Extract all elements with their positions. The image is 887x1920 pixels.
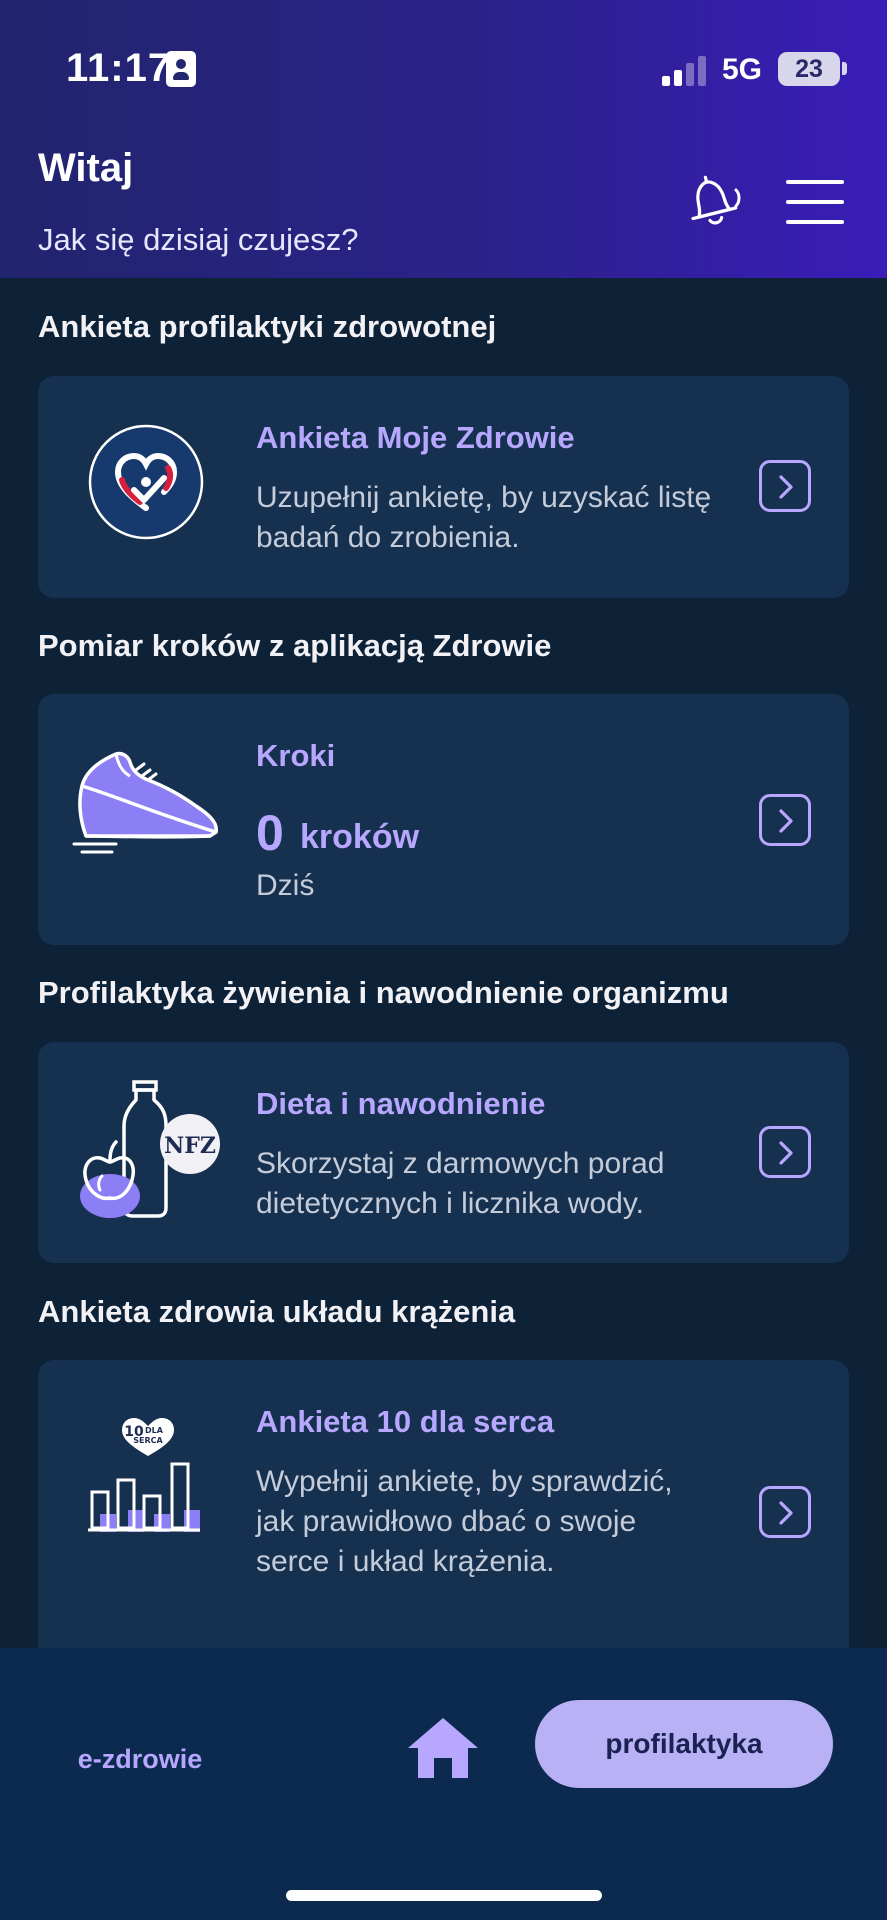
card-description: Uzupełnij ankietę, by uzyskać listę bada… (256, 481, 712, 554)
nav-e-zdrowie[interactable]: e-zdrowie (60, 1744, 220, 1775)
card-dieta[interactable]: NFZ Dieta i nawodnienie Skorzystaj z dar… (38, 1042, 849, 1263)
card-kroki[interactable]: Kroki 0 kroków Dziś (38, 694, 849, 945)
battery-tip (842, 62, 847, 75)
nav-profilaktyka[interactable]: profilaktyka (535, 1700, 833, 1788)
card-title: Ankieta 10 dla serca (256, 1404, 555, 1439)
network-type: 5G (722, 53, 763, 86)
card-title: Kroki (256, 738, 336, 773)
chevron-right-icon[interactable] (759, 794, 811, 846)
home-indicator[interactable] (286, 1890, 602, 1901)
notifications-bell-icon[interactable] (676, 168, 748, 238)
chevron-right-icon[interactable] (759, 460, 811, 512)
card-10-dla-serca[interactable]: 10 DLA SERCA Ankieta 10 dla serca Wypełn… (38, 1360, 849, 1680)
bottom-navigation: e-zdrowie profilaktyka (0, 1648, 887, 1920)
steps-period: Dziś (256, 869, 315, 902)
section-title-circulation: Ankieta zdrowia układu krążenia (38, 1294, 516, 1329)
header: 11:17 5G 23 Witaj Jak się dzisiaj czujes… (0, 0, 887, 278)
battery-icon: 23 (778, 52, 840, 86)
card-description: Skorzystaj z darmowych porad dietetyczny… (256, 1147, 665, 1220)
card-title: Dieta i nawodnienie (256, 1086, 546, 1121)
status-bar: 11:17 5G 23 (0, 0, 887, 140)
greeting-subtitle: Jak się dzisiaj czujesz? (38, 222, 359, 257)
ten-for-heart-icon: 10 DLA SERCA (88, 1410, 218, 1540)
apple-bottle-icon: NFZ (74, 1076, 224, 1224)
steps-value: 0 (256, 805, 284, 861)
id-card-icon (166, 51, 196, 87)
section-title-health-survey: Ankieta profilaktyki zdrowotnej (38, 309, 497, 344)
section-title-nutrition: Profilaktyka żywienia i nawodnienie orga… (38, 975, 729, 1010)
svg-text:SERCA: SERCA (133, 1436, 163, 1445)
card-moje-zdrowie[interactable]: Ankieta Moje Zdrowie Uzupełnij ankietę, … (38, 376, 849, 598)
cellular-signal-icon (662, 56, 708, 86)
sneaker-icon (72, 740, 222, 860)
home-icon[interactable] (406, 1714, 480, 1780)
steps-unit: kroków (300, 818, 420, 856)
svg-text:DLA: DLA (145, 1426, 164, 1435)
card-title: Ankieta Moje Zdrowie (256, 420, 575, 455)
section-title-steps: Pomiar kroków z aplikacją Zdrowie (38, 628, 552, 663)
screen: 11:17 5G 23 Witaj Jak się dzisiaj czujes… (0, 0, 887, 1920)
chevron-right-icon[interactable] (759, 1486, 811, 1538)
card-description: Wypełnij ankietę, by sprawdzić, jak praw… (256, 1465, 673, 1578)
heart-check-icon (88, 424, 204, 540)
status-time: 11:17 (66, 46, 172, 90)
greeting-title: Witaj (38, 146, 134, 190)
hamburger-menu-icon[interactable] (786, 180, 846, 224)
chevron-right-icon[interactable] (759, 1126, 811, 1178)
svg-text:NFZ: NFZ (164, 1133, 216, 1159)
